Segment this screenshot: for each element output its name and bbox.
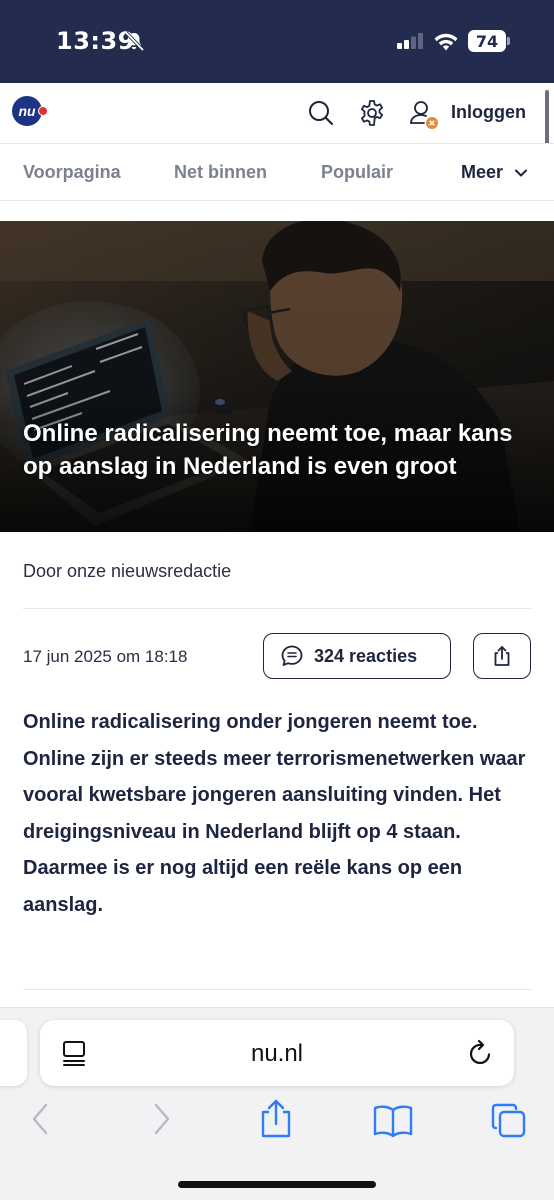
hero-photo: [0, 221, 554, 532]
login-button[interactable]: Inloggen: [451, 102, 526, 123]
search-icon[interactable]: [307, 99, 335, 127]
chat-bubble-icon: [281, 645, 303, 666]
previous-tab-peek[interactable]: [0, 1020, 27, 1086]
divider: [23, 608, 531, 609]
byline: Door onze nieuwsredactie: [23, 561, 232, 581]
tab-meer[interactable]: Meer: [461, 162, 503, 183]
bell-slash-icon: [124, 31, 144, 51]
share-icon: [494, 646, 510, 666]
reload-icon[interactable]: [467, 1038, 495, 1068]
comments-count: 324 reacties: [314, 645, 418, 666]
tab-net-binnen[interactable]: Net binnen: [174, 162, 267, 183]
divider: [23, 989, 531, 990]
tab-voorpagina[interactable]: Voorpagina: [23, 162, 121, 183]
home-indicator[interactable]: [178, 1181, 376, 1188]
share-icon[interactable]: [258, 1098, 294, 1140]
logo-dot: [38, 106, 48, 116]
article-hero[interactable]: Online radicalisering neemt toe, maar ka…: [0, 221, 554, 532]
tabs-icon[interactable]: [490, 1102, 528, 1140]
comments-button[interactable]: 324 reacties: [263, 633, 451, 679]
gear-icon[interactable]: [358, 99, 386, 127]
back-icon[interactable]: [30, 1102, 52, 1136]
status-bar: 13:39 74: [0, 0, 554, 83]
cellular-signal-icon: [397, 33, 423, 49]
wifi-icon: [434, 33, 458, 51]
app-header: nu Inloggen: [0, 83, 554, 143]
article-title: Online radicalisering neemt toe, maar ka…: [23, 420, 513, 480]
publish-date: 17 jun 2025 om 18:18: [23, 647, 188, 666]
user-icon[interactable]: [408, 99, 440, 131]
article-lead: Online radicalisering onder jongeren nee…: [23, 711, 526, 916]
chevron-down-icon: [515, 169, 527, 177]
logo-text: nu: [18, 103, 36, 119]
url-text: nu.nl: [250, 1040, 304, 1067]
battery-level: 74: [475, 31, 499, 51]
battery-tip: [507, 37, 510, 45]
battery-icon: 74: [468, 30, 506, 52]
share-button[interactable]: [473, 633, 531, 679]
address-bar[interactable]: nu.nl: [40, 1020, 514, 1086]
tab-populair[interactable]: Populair: [321, 162, 393, 183]
bookmarks-icon[interactable]: [372, 1104, 414, 1138]
forward-icon[interactable]: [150, 1102, 172, 1136]
section-nav: Voorpagina Net binnen Populair Meer: [0, 143, 554, 201]
